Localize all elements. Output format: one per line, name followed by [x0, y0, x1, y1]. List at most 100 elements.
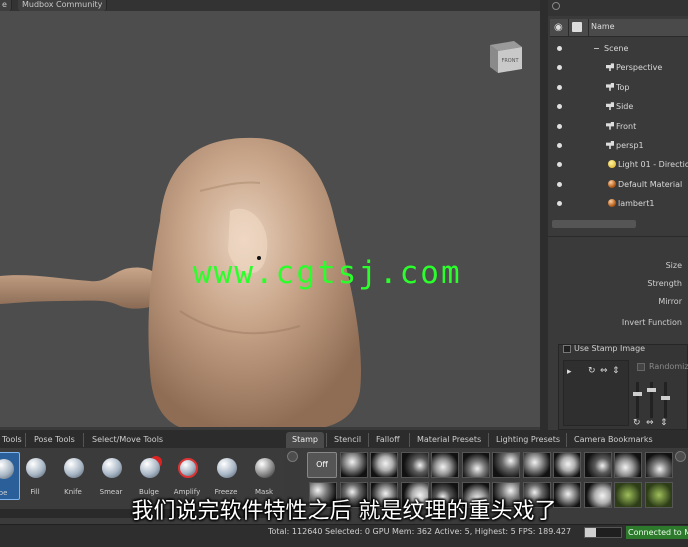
- tab-camera-bookmarks[interactable]: Camera Bookmarks: [568, 432, 659, 448]
- camera-icon: [606, 121, 614, 130]
- tab-stamp[interactable]: Stamp: [286, 432, 324, 448]
- tab-lighting-presets[interactable]: Lighting Presets: [490, 432, 566, 448]
- freeze-icon: [217, 458, 237, 478]
- visibility-dot-icon[interactable]: [557, 84, 562, 90]
- camera-icon: [606, 63, 614, 72]
- object-list-item[interactable]: Side: [550, 97, 688, 116]
- visibility-dot-icon[interactable]: [557, 104, 562, 110]
- object-list-header: ◉ Name: [550, 19, 688, 37]
- tab-mudbox-community[interactable]: Mudbox Community: [18, 0, 108, 11]
- stamp-tray-collapse-icon[interactable]: [675, 451, 686, 462]
- stamp-thumbnail[interactable]: [370, 452, 398, 478]
- material-ball-icon: [608, 179, 616, 188]
- connection-status: Connected to Ma: [626, 526, 688, 539]
- 3d-viewport[interactable]: FRONT: [0, 11, 540, 427]
- name-column-header[interactable]: Name: [591, 22, 615, 31]
- watermark-text: www.cgtsj.com: [193, 255, 462, 291]
- stamp-slider-3[interactable]: [661, 382, 670, 418]
- rotate-icon-2[interactable]: ↻: [633, 418, 641, 428]
- lock-icon[interactable]: [572, 22, 582, 32]
- visibility-dot-icon[interactable]: [557, 143, 562, 148]
- camera-icon: [606, 102, 614, 111]
- material-ball-icon: [608, 199, 616, 208]
- tab-falloff[interactable]: Falloff: [370, 432, 406, 448]
- object-list-item[interactable]: Default Material: [550, 175, 688, 194]
- object-list-item-label: Light 01 - Direction: [618, 160, 688, 170]
- camera-icon: [606, 82, 614, 91]
- flip-vertical-icon[interactable]: ⇕: [612, 366, 620, 376]
- tab-stencil[interactable]: Stencil: [328, 432, 367, 448]
- camera-icon: [606, 141, 614, 149]
- object-list-item[interactable]: Scene: [550, 39, 688, 58]
- tab-pose-tools[interactable]: Pose Tools: [28, 432, 81, 448]
- object-list-panel: ◉ Name Scene Perspective Top Side Front persp…: [548, 0, 688, 232]
- panel-menu-icon[interactable]: [552, 2, 560, 10]
- visibility-dot-icon[interactable]: [557, 65, 562, 71]
- stamp-off-button[interactable]: Off: [307, 452, 337, 478]
- stamp-thumbnail[interactable]: [644, 452, 673, 478]
- sculpt-icon: [0, 459, 14, 479]
- use-stamp-image-checkbox[interactable]: [563, 345, 571, 353]
- light-bulb-icon: [608, 160, 616, 169]
- tree-minus-icon: [594, 48, 599, 56]
- visibility-dot-icon[interactable]: [557, 181, 562, 187]
- mirror-label: Mirror: [658, 297, 682, 306]
- visibility-dot-icon[interactable]: [557, 123, 562, 129]
- object-list-item[interactable]: Front: [550, 117, 688, 136]
- stamp-slider-2[interactable]: [647, 382, 656, 418]
- amplify-icon: [178, 458, 198, 478]
- size-label: Size: [665, 261, 682, 270]
- sculpt-model: [0, 137, 361, 427]
- knife-icon: [64, 458, 84, 478]
- visibility-dot-icon[interactable]: [557, 162, 562, 168]
- arrow-icon[interactable]: ▸: [567, 367, 572, 377]
- object-list-item-label: Scene: [604, 44, 629, 53]
- object-list-item[interactable]: lambert1: [550, 194, 688, 213]
- stamp-thumbnail[interactable]: [400, 452, 429, 478]
- object-list-item[interactable]: persp1: [550, 136, 688, 155]
- tab-select-move-tools[interactable]: Select/Move Tools: [86, 432, 169, 448]
- view-cube-label: FRONT: [501, 58, 519, 64]
- object-list-item-label: Perspective: [616, 63, 663, 73]
- visibility-eye-icon[interactable]: ◉: [554, 22, 563, 33]
- stamp-thumbnail[interactable]: [461, 452, 490, 478]
- stamp-thumbnail[interactable]: [553, 452, 581, 478]
- stamp-thumbnail[interactable]: [522, 452, 551, 478]
- flip-horizontal-icon-2[interactable]: ⇔: [646, 418, 654, 428]
- stamp-thumbnail[interactable]: [492, 452, 520, 478]
- visibility-dot-icon[interactable]: [557, 201, 562, 207]
- object-list-item[interactable]: Perspective: [550, 58, 688, 77]
- use-stamp-image-label: Use Stamp Image: [574, 344, 646, 353]
- object-list-item[interactable]: Light 01 - Direction: [550, 155, 688, 174]
- rotate-icon[interactable]: ↻: [588, 366, 596, 376]
- stamp-thumbnail[interactable]: [583, 452, 612, 478]
- tab-previous[interactable]: e: [0, 0, 12, 11]
- invert-function-label: Invert Function: [621, 318, 682, 327]
- randomize-checkbox[interactable]: [637, 363, 645, 371]
- object-list-item[interactable]: Top: [550, 78, 688, 97]
- flip-vertical-icon-2[interactable]: ⇕: [660, 418, 668, 428]
- stamp-thumbnail[interactable]: [339, 452, 368, 478]
- tab-material-presets[interactable]: Material Presets: [411, 432, 487, 448]
- stamp-thumbnail[interactable]: [431, 452, 459, 478]
- visibility-dot-icon[interactable]: [557, 46, 562, 51]
- mask-icon: [255, 458, 275, 478]
- tray-collapse-icon[interactable]: [287, 451, 298, 462]
- video-subtitle: 我们说完软件特性之后 就是纹理的重头戏了: [131, 499, 557, 524]
- object-list-item-label: Default Material: [618, 179, 683, 189]
- object-list-item-label: lambert1: [618, 199, 655, 209]
- object-list-scrollbar[interactable]: [552, 220, 636, 228]
- randomize-label: Randomize: [649, 362, 688, 371]
- flip-horizontal-icon[interactable]: ⇔: [600, 366, 608, 376]
- object-list-item-label: Top: [616, 82, 630, 92]
- object-list-item-label: Front: [616, 121, 637, 131]
- view-cube-icon[interactable]: FRONT: [486, 35, 526, 75]
- status-progress-bar: [584, 527, 622, 538]
- tab-sculpt-tools[interactable]: Tools: [0, 432, 28, 448]
- stamp-slider-1[interactable]: [633, 382, 642, 418]
- object-list-item-label: Side: [616, 102, 634, 112]
- viewport-divider: [540, 0, 548, 430]
- bulge-icon: [140, 458, 160, 478]
- smear-icon: [102, 458, 122, 478]
- stamp-thumbnail[interactable]: [614, 452, 642, 478]
